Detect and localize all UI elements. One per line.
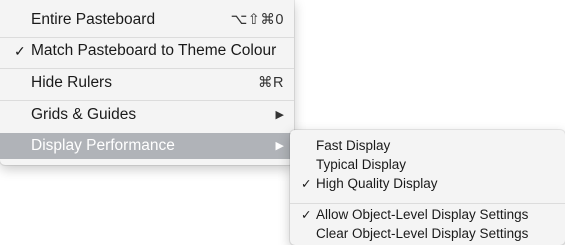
menu-separator xyxy=(0,68,294,69)
submenu-arrow-icon: ▶ xyxy=(275,139,284,152)
menu-item-display-performance[interactable]: Display Performance ▶ xyxy=(0,133,294,159)
submenu-item-high-quality-display[interactable]: ✓ High Quality Display xyxy=(290,174,565,194)
menu-separator xyxy=(0,100,294,101)
menu-item-entire-pasteboard[interactable]: Entire Pasteboard ⌥⇧⌘0 xyxy=(0,7,294,33)
menu-item-label: Grids & Guides xyxy=(31,106,137,124)
menu-item-label: Clear Object-Level Display Settings xyxy=(316,226,529,242)
menu-item-label: Allow Object-Level Display Settings xyxy=(316,207,529,223)
display-performance-submenu: Fast Display Typical Display ✓ High Qual… xyxy=(290,130,565,245)
menu-item-label: High Quality Display xyxy=(316,176,438,192)
submenu-arrow-icon: ▶ xyxy=(275,108,284,121)
submenu-item-clear-object-level[interactable]: Clear Object-Level Display Settings xyxy=(290,224,565,244)
menu-item-label: Fast Display xyxy=(316,138,391,154)
menu-item-hide-rulers[interactable]: Hide Rulers ⌘R xyxy=(0,70,294,96)
menu-item-label: Entire Pasteboard xyxy=(31,11,156,29)
menu-item-shortcut: ⌥⇧⌘0 xyxy=(230,11,284,28)
checkmark-icon: ✓ xyxy=(301,207,312,222)
menu-item-shortcut: ⌘R xyxy=(258,74,284,91)
menu-item-label: Match Pasteboard to Theme Colour xyxy=(31,42,277,60)
checkmark-icon: ✓ xyxy=(301,176,312,191)
checkmark-icon: ✓ xyxy=(14,43,26,59)
menu-item-label: Typical Display xyxy=(316,157,407,173)
submenu-item-fast-display[interactable]: Fast Display xyxy=(290,136,565,156)
menu-item-label: Display Performance xyxy=(31,137,175,155)
menu-separator xyxy=(290,203,565,204)
menu-item-match-pasteboard[interactable]: ✓ Match Pasteboard to Theme Colour xyxy=(0,38,294,64)
view-menu: Entire Pasteboard ⌥⇧⌘0 ✓ Match Pasteboar… xyxy=(0,0,294,165)
submenu-item-typical-display[interactable]: Typical Display xyxy=(290,155,565,175)
menu-item-grids-guides[interactable]: Grids & Guides ▶ xyxy=(0,102,294,128)
menu-item-label: Hide Rulers xyxy=(31,74,112,92)
submenu-item-allow-object-level[interactable]: ✓ Allow Object-Level Display Settings xyxy=(290,205,565,225)
